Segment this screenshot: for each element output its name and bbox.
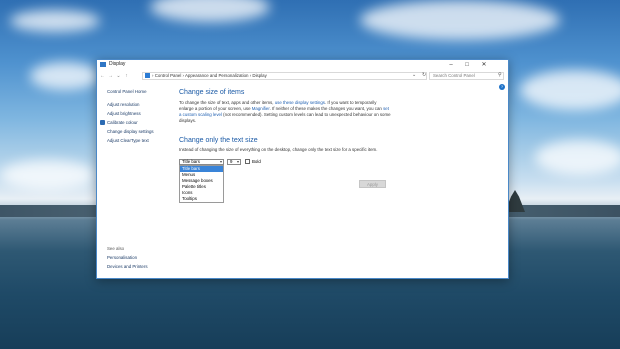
apply-button[interactable]: Apply xyxy=(359,180,386,188)
close-button[interactable]: ✕ xyxy=(476,60,492,70)
see-also-heading: See also xyxy=(107,246,125,251)
sidebar-adjust-cleartype[interactable]: Adjust ClearType text xyxy=(107,138,149,143)
sidebar-adjust-resolution[interactable]: Adjust resolution xyxy=(107,102,139,107)
item-select-list: Title bars Menus Message boxes Palette t… xyxy=(179,165,224,203)
sidebar-home-link[interactable]: Control Panel Home xyxy=(107,89,147,94)
back-arrow-icon[interactable]: ← xyxy=(99,71,106,81)
personalisation-link[interactable]: Personalisation xyxy=(107,255,137,260)
recent-locations-icon[interactable]: ⌄ xyxy=(115,71,122,81)
sidebar-adjust-brightness[interactable]: Adjust brightness xyxy=(107,111,141,116)
breadcrumb-display[interactable]: Display xyxy=(252,73,266,78)
display-app-icon xyxy=(100,62,106,67)
display-settings-link[interactable]: use these display settings xyxy=(275,100,325,105)
help-icon[interactable]: ? xyxy=(499,84,505,90)
minimize-button[interactable]: – xyxy=(443,60,459,70)
cloud xyxy=(10,10,100,32)
bold-checkbox[interactable] xyxy=(245,159,250,164)
text-size-value: 9 xyxy=(230,159,233,164)
para-text: To change the size of text, apps and oth… xyxy=(179,100,275,105)
cloud xyxy=(30,62,100,90)
page-title: Change size of items xyxy=(179,89,245,96)
display-window: Display – □ ✕ ← → ⌄ ↑ › Control Panel › … xyxy=(96,59,509,279)
bold-label: Bold xyxy=(252,159,261,164)
maximize-button[interactable]: □ xyxy=(459,60,475,70)
cloud xyxy=(0,160,95,190)
option-tooltips[interactable]: Tooltips xyxy=(180,196,223,202)
description-paragraph: To change the size of text, apps and oth… xyxy=(179,100,392,124)
text-size-select[interactable]: 9 ▾ xyxy=(227,159,241,165)
cloud xyxy=(360,0,560,40)
search-placeholder: Search Control Panel xyxy=(433,73,475,78)
refresh-icon[interactable]: ↻ xyxy=(422,72,426,78)
chevron-down-icon: ▾ xyxy=(219,159,222,164)
up-arrow-icon[interactable]: ↑ xyxy=(123,71,130,81)
breadcrumb-separator: › xyxy=(152,73,154,78)
shield-icon xyxy=(100,120,105,125)
window-title: Display xyxy=(109,61,126,67)
forward-arrow-icon[interactable]: → xyxy=(107,71,114,81)
breadcrumb-control-panel[interactable]: Control Panel xyxy=(155,73,182,78)
chevron-down-icon: ▾ xyxy=(236,159,239,164)
section-description: Instead of changing the size of everythi… xyxy=(179,147,378,152)
breadcrumb-appearance[interactable]: Appearance and Personalization xyxy=(185,73,248,78)
address-bar: ← → ⌄ ↑ › Control Panel › Appearance and… xyxy=(97,71,508,81)
cloud xyxy=(150,0,270,22)
sidebar-change-display-settings[interactable]: Change display settings xyxy=(107,129,154,134)
breadcrumb-separator: › xyxy=(182,73,185,78)
search-icon[interactable]: ⚲ xyxy=(498,72,502,78)
address-dropdown-icon[interactable]: ⌄ xyxy=(412,72,416,78)
item-select-value: Title bars xyxy=(182,159,200,164)
breadcrumb-separator: › xyxy=(249,73,252,78)
control-panel-icon xyxy=(145,73,150,78)
section-title: Change only the text size xyxy=(179,137,258,144)
cloud xyxy=(535,140,620,175)
para-text: . If neither of these makes the changes … xyxy=(269,106,384,111)
breadcrumb: › Control Panel › Appearance and Persona… xyxy=(152,73,267,78)
magnifier-link[interactable]: Magnifier xyxy=(252,106,270,111)
devices-and-printers-link[interactable]: Devices and Printers xyxy=(107,264,148,269)
sidebar-calibrate-colour[interactable]: Calibrate colour xyxy=(107,120,138,125)
title-bar[interactable]: Display – □ ✕ xyxy=(97,60,508,70)
cloud xyxy=(520,70,620,110)
